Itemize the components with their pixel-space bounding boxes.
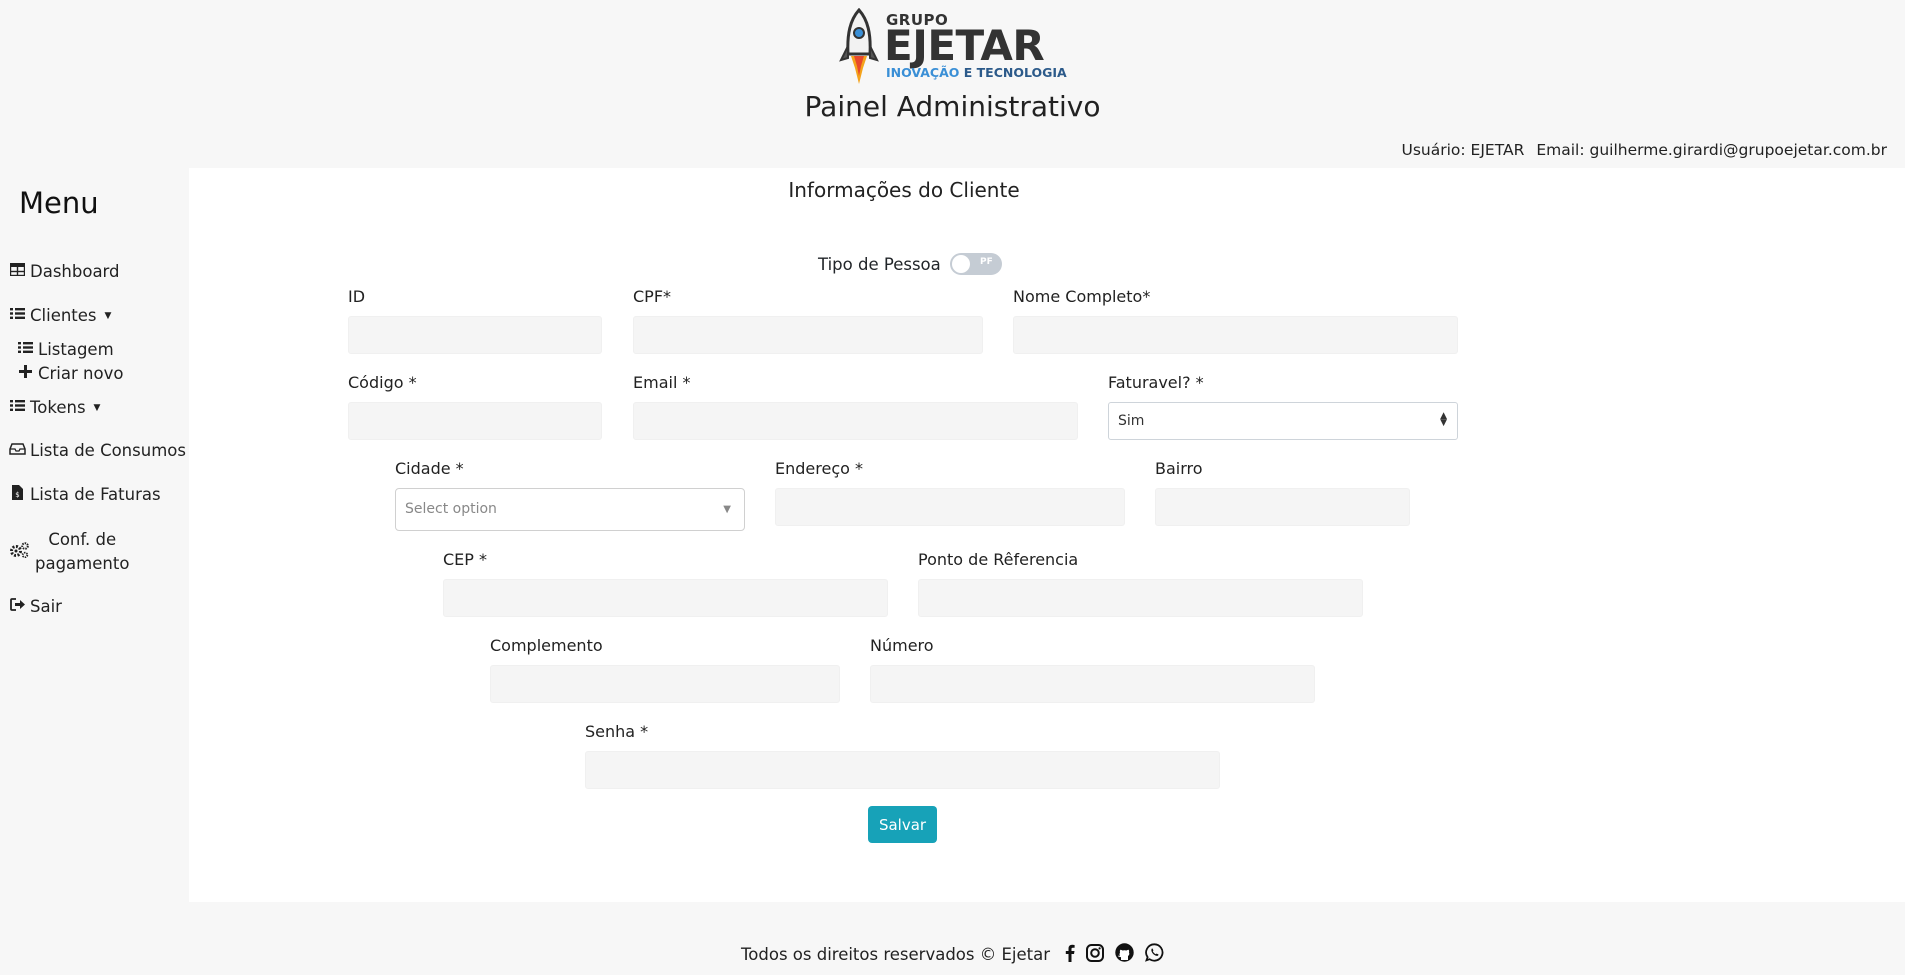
sidebar-item-label: Criar novo <box>38 364 124 383</box>
list-icon <box>9 399 26 416</box>
sidebar-item-conf-pagamento[interactable]: Conf. de pagamento <box>9 528 129 576</box>
social-icons <box>1054 943 1164 966</box>
id-field[interactable] <box>348 316 602 354</box>
senha-label: Senha * <box>585 722 649 741</box>
email-field[interactable] <box>633 402 1078 440</box>
nome-completo-label: Nome Completo* <box>1013 287 1151 306</box>
plus-icon <box>17 365 34 382</box>
ponto-referencia-field[interactable] <box>918 579 1363 617</box>
ejetar-logo: GRUPO EJETAR INOVAÇÃO E TECNOLOGIA <box>838 8 1067 86</box>
table-icon <box>9 262 26 280</box>
cep-label: CEP * <box>443 550 488 569</box>
inbox-icon <box>9 442 26 459</box>
email-label-field: Email * <box>633 373 691 392</box>
file-invoice-icon: $ <box>9 485 26 504</box>
complemento-field[interactable] <box>490 665 840 703</box>
sidebar-item-lista-consumos[interactable]: Lista de Consumos <box>9 441 186 460</box>
ponto-referencia-label: Ponto de Rêferencia <box>918 550 1079 569</box>
bairro-field[interactable] <box>1155 488 1410 526</box>
cidade-label: Cidade * <box>395 459 464 478</box>
toggle-value: PF <box>980 257 993 267</box>
user-label: Usuário: EJETAR <box>1401 141 1525 159</box>
endereco-field[interactable] <box>775 488 1125 526</box>
numero-field[interactable] <box>870 665 1315 703</box>
cep-field[interactable] <box>443 579 888 617</box>
complemento-label: Complemento <box>490 636 603 655</box>
gears-icon <box>9 542 31 562</box>
logo-ejetar-text: EJETAR <box>884 21 1045 70</box>
codigo-label: Código * <box>348 373 417 392</box>
sidebar-item-criar-novo[interactable]: Criar novo <box>17 364 123 383</box>
codigo-field[interactable] <box>348 402 602 440</box>
cidade-placeholder: Select option <box>405 501 497 517</box>
select-arrows-icon: ▲ ▼ <box>1440 411 1447 428</box>
sidebar-item-label: Conf. de pagamento <box>35 528 129 576</box>
tipo-pessoa-toggle-group: Tipo de Pessoa PF <box>818 253 1002 275</box>
save-button[interactable]: Salvar <box>868 806 937 843</box>
caret-down-icon: ▼ <box>93 402 101 413</box>
cpf-label: CPF* <box>633 287 672 306</box>
bairro-label: Bairro <box>1155 459 1203 478</box>
sidebar-item-label: Listagem <box>38 340 114 359</box>
menu-title: Menu <box>19 186 99 220</box>
senha-field[interactable] <box>585 751 1220 789</box>
id-label: ID <box>348 287 366 306</box>
conf-label-line2: pagamento <box>35 554 130 573</box>
footer: Todos os direitos reservados © Ejetar <box>0 943 1905 966</box>
user-info: Usuário: EJETAR Email: guilherme.girardi@… <box>1401 141 1887 159</box>
sidebar-item-label: Tokens <box>30 398 86 417</box>
footer-text: Todos os direitos reservados © Ejetar <box>741 945 1050 964</box>
sidebar-item-tokens[interactable]: Tokens ▼ <box>9 398 100 417</box>
logo-tagline: INOVAÇÃO E TECNOLOGIA <box>886 65 1067 80</box>
sidebar-item-label: Lista de Faturas <box>30 485 161 504</box>
sidebar-item-lista-faturas[interactable]: $ Lista de Faturas <box>9 485 161 504</box>
svg-text:$: $ <box>15 491 19 499</box>
numero-label: Número <box>870 636 934 655</box>
sidebar-item-label: Lista de Consumos <box>30 441 186 460</box>
tipo-pessoa-toggle[interactable]: PF <box>949 253 1002 275</box>
list-icon <box>17 341 34 358</box>
cpf-field[interactable] <box>633 316 983 354</box>
sidebar-item-clientes[interactable]: Clientes ▼ <box>9 306 111 325</box>
sidebar-item-dashboard[interactable]: Dashboard <box>9 262 120 281</box>
chevron-down-icon: ▼ <box>723 504 731 515</box>
email-label: Email: guilherme.girardi@grupoejetar.com… <box>1536 141 1887 159</box>
faturavel-select[interactable]: Sim ▲ ▼ <box>1108 402 1458 440</box>
sidebar-item-label: Sair <box>30 597 62 616</box>
logo-tagline-b: E TECNOLOGIA <box>963 65 1067 80</box>
github-icon[interactable] <box>1115 943 1134 966</box>
conf-label-line1: Conf. de <box>48 530 117 549</box>
page-title: Painel Administrativo <box>804 90 1101 123</box>
caret-down-icon: ▼ <box>104 310 112 321</box>
section-title: Informações do Cliente <box>788 178 1020 202</box>
whatsapp-icon[interactable] <box>1145 943 1164 966</box>
toggle-knob <box>951 255 970 273</box>
tipo-pessoa-label: Tipo de Pessoa <box>818 254 941 274</box>
sidebar-item-label: Clientes <box>30 306 97 325</box>
sidebar-item-label: Dashboard <box>30 262 120 281</box>
facebook-icon[interactable] <box>1065 944 1075 966</box>
nome-completo-field[interactable] <box>1013 316 1458 354</box>
sign-out-icon <box>9 598 26 615</box>
sidebar-item-sair[interactable]: Sair <box>9 597 62 616</box>
logo-tagline-a: INOVAÇÃO <box>886 65 960 80</box>
list-icon <box>9 307 26 324</box>
faturavel-value: Sim <box>1118 413 1145 429</box>
faturavel-label: Faturavel? * <box>1108 373 1204 392</box>
rocket-icon <box>839 8 879 84</box>
cidade-select[interactable]: Select option ▼ <box>395 488 745 531</box>
sidebar-item-listagem[interactable]: Listagem <box>17 340 114 359</box>
instagram-icon[interactable] <box>1086 943 1104 966</box>
main-panel <box>189 168 1905 902</box>
endereco-label: Endereço * <box>775 459 863 478</box>
